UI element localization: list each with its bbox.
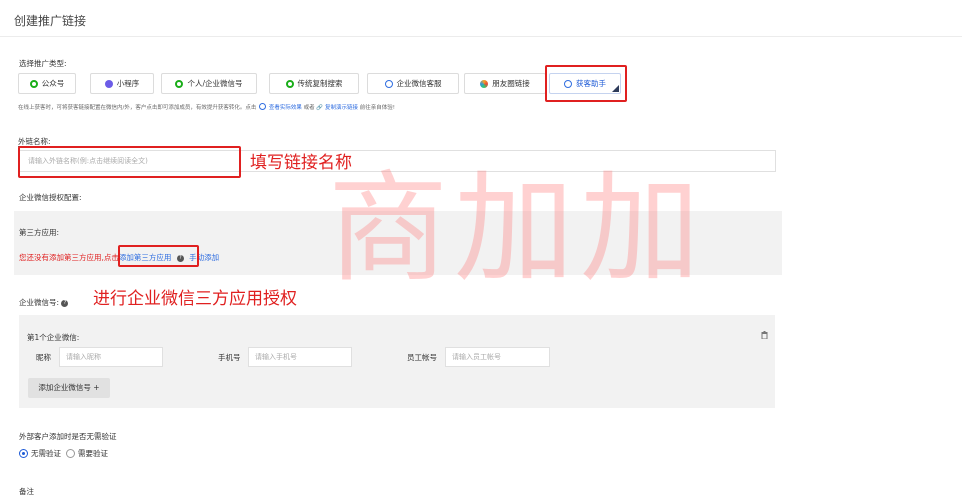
type-option-moments[interactable]: 朋友圈链接 bbox=[464, 73, 546, 94]
moments-icon bbox=[480, 79, 489, 88]
official-account-icon bbox=[29, 79, 38, 88]
search-copy-icon bbox=[285, 79, 294, 88]
view-effect-link[interactable]: 查看实际效果 bbox=[269, 105, 302, 111]
service-icon bbox=[384, 79, 393, 88]
radio-no-verify[interactable] bbox=[19, 449, 28, 458]
employee-account-input[interactable]: 请输入员工帐号 bbox=[445, 347, 550, 367]
wecom-label: 企业微信号: bbox=[19, 298, 60, 307]
add-wecom-button[interactable]: 添加企业微信号 + bbox=[28, 378, 110, 398]
no-app-text: 您还没有添加第三方应用, bbox=[19, 253, 104, 262]
phone-input[interactable]: 请输入手机号 bbox=[248, 347, 352, 367]
type-option-mini-program[interactable]: 小程序 bbox=[90, 73, 154, 94]
wechat-icon bbox=[175, 79, 184, 88]
trash-icon[interactable] bbox=[761, 331, 768, 339]
employee-account-label: 员工帐号 bbox=[407, 353, 437, 362]
annotation-wecom-auth: 进行企业微信三方应用授权 bbox=[93, 289, 297, 309]
highlight-acquisition-assistant bbox=[545, 65, 627, 102]
nickname-input[interactable]: 请输入昵称 bbox=[59, 347, 163, 367]
verify-label: 外部客户添加时是否无需验证 bbox=[19, 432, 117, 441]
verify-options: 无需验证 需要验证 bbox=[19, 448, 108, 459]
phone-label: 手机号 bbox=[218, 353, 241, 362]
play-icon bbox=[259, 103, 267, 110]
remarks-label: 备注 bbox=[19, 487, 34, 496]
auth-config-label: 企业微信授权配置: bbox=[19, 193, 82, 202]
type-option-wecom-service[interactable]: 企业微信客服 bbox=[367, 73, 459, 94]
nickname-label: 昵称 bbox=[36, 353, 51, 362]
wecom-item-title: 第1个企业微信: bbox=[27, 333, 80, 342]
highlight-link-name bbox=[18, 146, 241, 178]
type-option-official-account[interactable]: 公众号 bbox=[18, 73, 76, 94]
click-prefix: 点击 bbox=[103, 253, 119, 262]
promo-type-label: 选择推广类型: bbox=[19, 59, 67, 68]
third-party-label: 第三方应用: bbox=[19, 228, 60, 237]
title-divider bbox=[0, 36, 962, 37]
wecom-help-icon: ? bbox=[61, 299, 69, 307]
promo-type-hint: 在线上获客时，可将获客链接配置在微信内/外，客户点击即可添加成员，有效提升获客转… bbox=[18, 103, 395, 111]
watermark: 商加加 bbox=[328, 160, 706, 299]
type-option-wechat[interactable]: 个人/企业微信号 bbox=[161, 73, 257, 94]
highlight-add-third-party bbox=[118, 245, 199, 267]
radio-need-verify[interactable] bbox=[66, 449, 75, 458]
mini-program-icon bbox=[104, 79, 113, 88]
type-option-traditional-search[interactable]: 传统复制搜索 bbox=[269, 73, 359, 94]
page-title: 创建推广链接 bbox=[14, 14, 87, 28]
radio-no-verify-label: 无需验证 bbox=[31, 449, 61, 458]
link-icon: 🔗 bbox=[316, 105, 324, 111]
radio-need-verify-label: 需要验证 bbox=[78, 449, 108, 458]
wecom-label-row: 企业微信号: ? bbox=[19, 297, 69, 308]
copy-demo-link[interactable]: 复制演示链接 bbox=[325, 105, 358, 111]
